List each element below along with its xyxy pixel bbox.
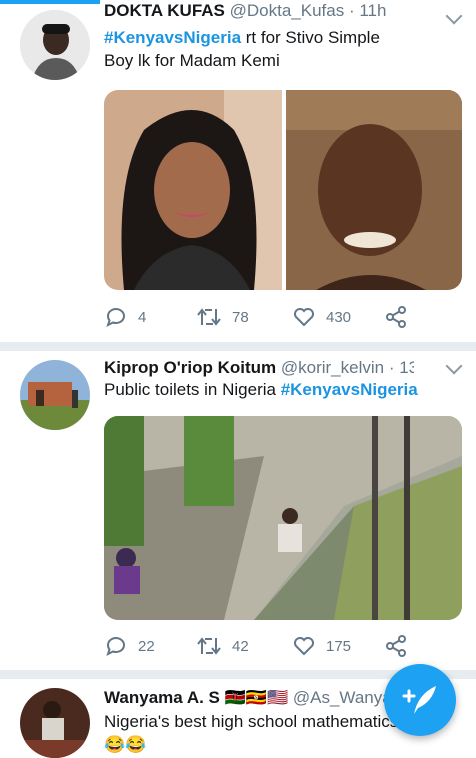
- tweet-header: Kiprop O'riop Koitum @korir_kelvin · 13h: [104, 358, 414, 378]
- retweet-button[interactable]: 42: [196, 631, 249, 661]
- hashtag-link[interactable]: #KenyavsNigeria: [104, 28, 241, 47]
- country-flags: 🇰🇪🇺🇬🇺🇸: [224, 688, 289, 707]
- tweet-photo[interactable]: [104, 416, 462, 620]
- display-name[interactable]: Kiprop O'riop Koitum: [104, 358, 276, 377]
- compose-tweet-icon: [402, 686, 436, 714]
- tweet-header: Wanyama A. S 🇰🇪🇺🇬🇺🇸 @As_Wanya...: [104, 688, 394, 708]
- retweet-icon: [197, 308, 221, 326]
- reply-button[interactable]: 22: [104, 631, 155, 661]
- chevron-down-icon[interactable]: [445, 7, 463, 25]
- share-button[interactable]: [384, 302, 408, 332]
- retweet-count: 42: [232, 637, 249, 655]
- reply-count: 4: [138, 308, 147, 326]
- handle-time: @korir_kelvin · 13h: [280, 358, 414, 377]
- retweet-icon: [197, 637, 221, 655]
- reply-icon: [106, 637, 125, 656]
- like-button[interactable]: 430: [292, 302, 351, 332]
- hashtag-link[interactable]: #KenyavsNigeria: [281, 380, 418, 399]
- tweet-photo-left[interactable]: [104, 90, 282, 290]
- reply-icon: [106, 308, 125, 327]
- like-count: 175: [326, 637, 352, 655]
- share-icon: [386, 306, 406, 328]
- like-button[interactable]: 175: [292, 631, 351, 661]
- tweet-emojis: 😂😂: [104, 735, 147, 754]
- top-progress-bar: [0, 0, 100, 4]
- reply-count: 22: [138, 637, 155, 655]
- tweet-header: DOKTA KUFAS @Dokta_Kufas · 11h: [104, 4, 434, 22]
- tweet-body: Public toilets in Nigeria: [104, 380, 281, 399]
- retweet-button[interactable]: 78: [196, 302, 249, 332]
- compose-tweet-button[interactable]: [384, 664, 456, 736]
- tweet-divider: [0, 342, 476, 351]
- tweet-photo-right[interactable]: [286, 90, 462, 290]
- reply-button[interactable]: 4: [104, 302, 146, 332]
- chevron-down-icon[interactable]: [445, 357, 463, 375]
- like-icon: [294, 637, 314, 656]
- retweet-count: 78: [232, 308, 249, 326]
- tweet-text: Public toilets in Nigeria #KenyavsNigeri…: [104, 378, 424, 401]
- share-icon: [386, 635, 406, 657]
- display-name[interactable]: DOKTA KUFAS: [104, 4, 225, 20]
- tweet-text: Nigeria's best high school mathematics 😂…: [104, 710, 404, 756]
- tweet-actions: 22 42 175: [104, 631, 424, 661]
- tweet-text: #KenyavsNigeria rt for Stivo Simple Boy …: [104, 26, 404, 72]
- handle-time: @As_Wanya...: [292, 688, 394, 707]
- avatar[interactable]: [20, 360, 90, 430]
- avatar[interactable]: [20, 10, 90, 80]
- tweet-actions: 4 78 430: [104, 302, 424, 332]
- handle-time: @Dokta_Kufas · 11h: [229, 4, 387, 20]
- share-button[interactable]: [384, 631, 408, 661]
- display-name[interactable]: Wanyama A. S: [104, 688, 220, 707]
- avatar[interactable]: [20, 688, 90, 758]
- like-count: 430: [326, 308, 352, 326]
- like-icon: [294, 308, 314, 327]
- tweet-body: Nigeria's best high school mathematics: [104, 712, 399, 731]
